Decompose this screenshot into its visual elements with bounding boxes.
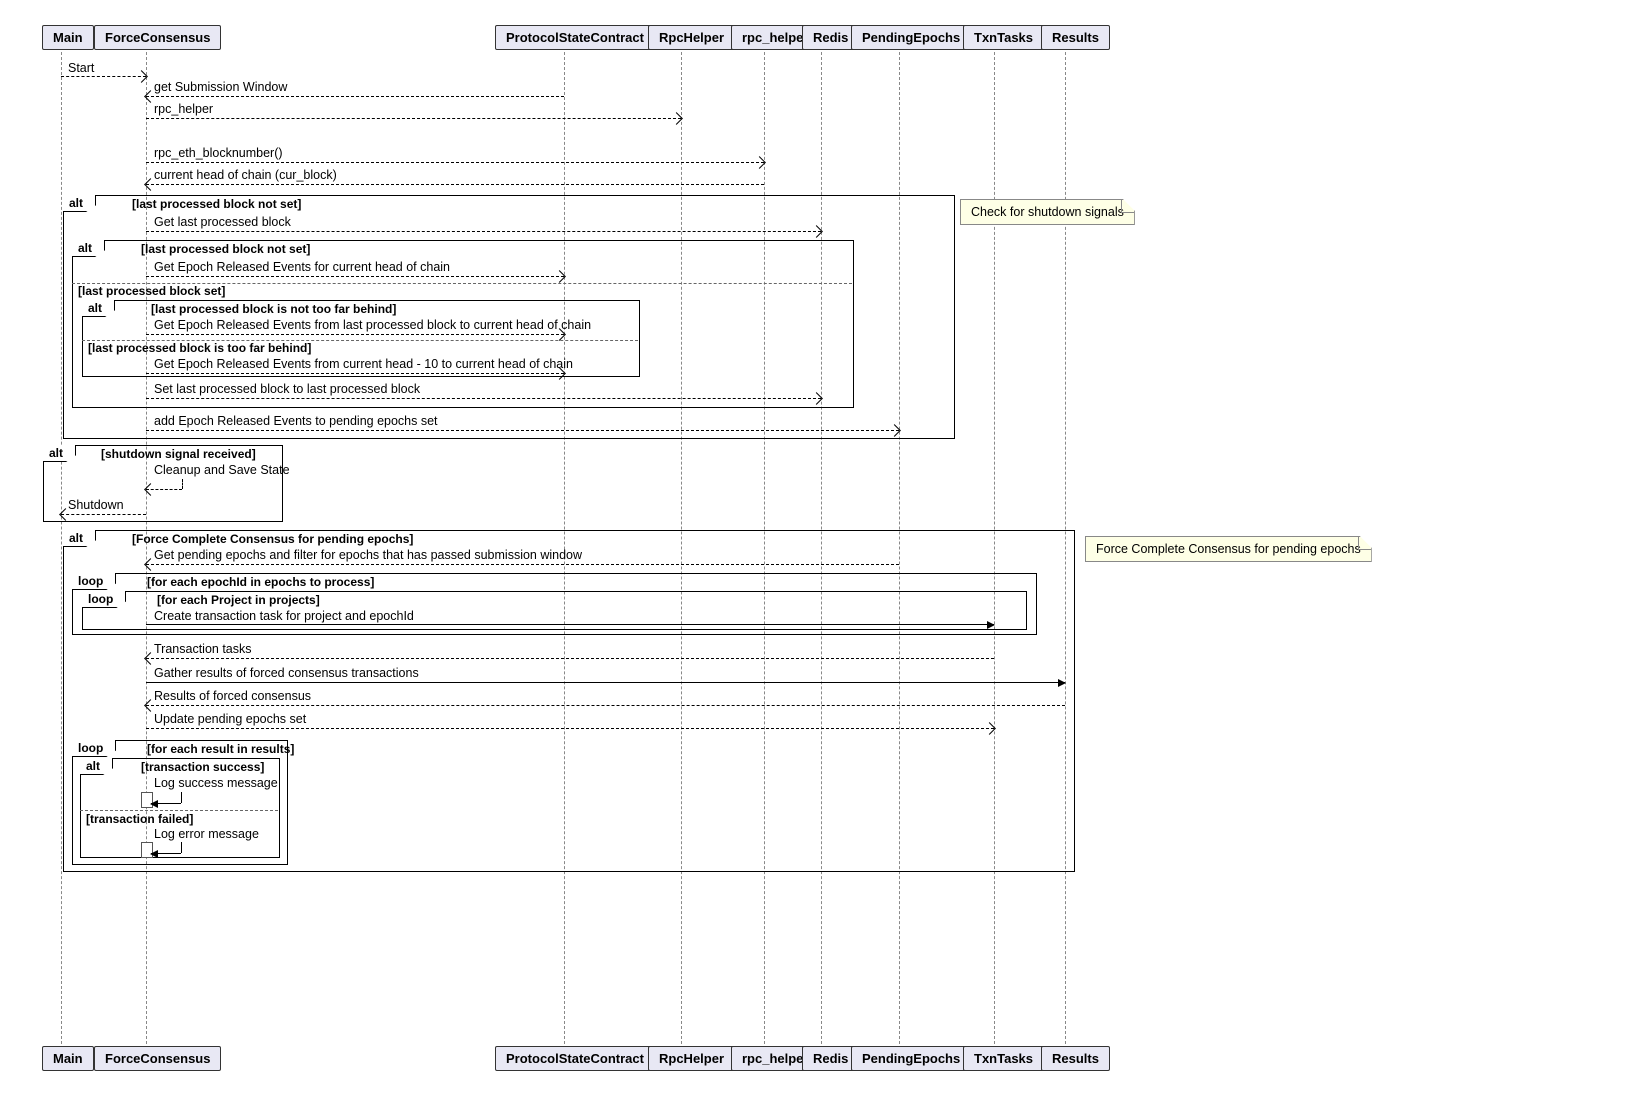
note-shutdown-signals: Check for shutdown signals <box>960 199 1135 225</box>
arrow <box>146 162 764 163</box>
msg-create-txn-task: Create transaction task for project and … <box>154 609 414 623</box>
arrow <box>146 184 764 185</box>
msg-gather-results: Gather results of forced consensus trans… <box>154 666 419 680</box>
arrow <box>146 276 564 277</box>
guard: [for each Project in projects] <box>157 593 320 607</box>
arrow <box>146 373 564 374</box>
guard: [for each result in results] <box>147 742 294 756</box>
guard: [last processed block is not too far beh… <box>151 302 396 316</box>
participant-main: Main <box>42 25 94 50</box>
arrow <box>146 398 821 399</box>
msg-txn-tasks: Transaction tasks <box>154 642 252 656</box>
participant-forceconsensus-bottom: ForceConsensus <box>94 1046 221 1071</box>
msg-epoch-released-head-minus-10: Get Epoch Released Events from current h… <box>154 357 573 371</box>
msg-add-epoch-released: add Epoch Released Events to pending epo… <box>154 414 438 428</box>
guard: [transaction success] <box>141 760 264 774</box>
msg-current-head: current head of chain (cur_block) <box>154 168 337 182</box>
participant-pendingepochs-bottom: PendingEpochs <box>851 1046 971 1071</box>
msg-get-submission-window: get Submission Window <box>154 80 287 94</box>
participant-results: Results <box>1041 25 1110 50</box>
guard: [transaction failed] <box>86 812 193 826</box>
participant-rpchelper: RpcHelper <box>648 25 735 50</box>
participant-rpchelper-bottom: RpcHelper <box>648 1046 735 1071</box>
arrow <box>151 853 181 854</box>
msg-rpc-eth-blocknumber: rpc_eth_blocknumber() <box>154 146 283 160</box>
guard: [last processed block not set] <box>141 242 310 256</box>
msg-set-last-processed: Set last processed block to last process… <box>154 382 420 396</box>
msg-update-pending: Update pending epochs set <box>154 712 306 726</box>
guard: [for each epochId in epochs to process] <box>147 575 374 589</box>
participant-results: Results <box>1041 1046 1110 1071</box>
guard: [last processed block is too far behind] <box>88 341 311 355</box>
msg-start: Start <box>68 61 94 75</box>
msg-results-forced: Results of forced consensus <box>154 689 311 703</box>
msg-cleanup: Cleanup and Save State <box>154 463 290 477</box>
msg-get-pending-epochs: Get pending epochs and filter for epochs… <box>154 548 582 562</box>
arrow <box>146 96 564 97</box>
participant-protocolstatecontract-bottom: ProtocolStateContract <box>495 1046 655 1071</box>
msg-get-last-processed: Get last processed block <box>154 215 291 229</box>
sequence-diagram: Main ForceConsensus ProtocolStateContrac… <box>20 20 1609 1076</box>
participant-protocolstatecontract: ProtocolStateContract <box>495 25 655 50</box>
guard: [shutdown signal received] <box>101 447 256 461</box>
participant-forceconsensus: ForceConsensus <box>94 25 221 50</box>
arrow <box>146 564 899 565</box>
guard: [Force Complete Consensus for pending ep… <box>132 532 413 546</box>
lifeline-main <box>61 52 62 1044</box>
separator <box>80 810 278 811</box>
msg-epoch-released-last-to-current: Get Epoch Released Events from last proc… <box>154 318 591 332</box>
guard: [last processed block set] <box>78 284 225 298</box>
msg-rpc-helper: rpc_helper <box>154 102 213 116</box>
msg-log-success: Log success message <box>154 776 278 790</box>
arrow <box>146 705 1065 706</box>
arrow <box>146 430 899 431</box>
fragment-label-loop: loop <box>82 591 126 608</box>
arrow <box>146 334 564 335</box>
guard: [last processed block not set] <box>132 197 301 211</box>
participant-txntasks-bottom: TxnTasks <box>963 1046 1044 1071</box>
fragment-label-loop: loop <box>72 740 116 757</box>
arrow <box>146 118 681 119</box>
arrow <box>61 514 146 515</box>
participant-txntasks: TxnTasks <box>963 25 1044 50</box>
arrow <box>146 489 182 490</box>
fragment-label-loop: loop <box>72 573 116 590</box>
arrow <box>151 803 181 804</box>
participant-main-bottom: Main <box>42 1046 94 1071</box>
arrow <box>61 76 146 77</box>
arrow <box>146 624 994 625</box>
arrow <box>146 728 994 729</box>
msg-log-error: Log error message <box>154 827 259 841</box>
arrow <box>146 682 1065 683</box>
arrow <box>146 231 821 232</box>
participant-pendingepochs: PendingEpochs <box>851 25 971 50</box>
note-force-consensus: Force Complete Consensus for pending epo… <box>1085 536 1372 562</box>
msg-epoch-released-current: Get Epoch Released Events for current he… <box>154 260 450 274</box>
msg-shutdown: Shutdown <box>68 498 124 512</box>
arrow <box>146 658 994 659</box>
